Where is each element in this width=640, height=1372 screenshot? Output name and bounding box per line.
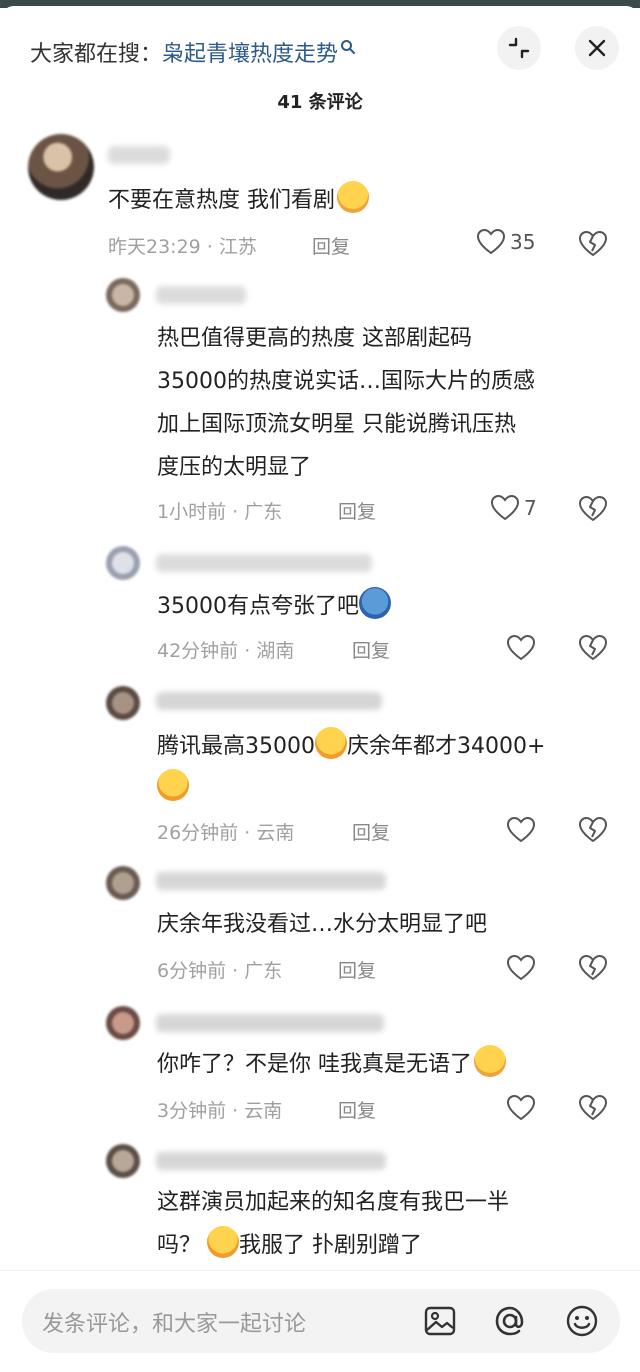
username-blurred[interactable] (156, 554, 372, 572)
like-button[interactable]: 7 (490, 494, 537, 522)
emoji-icon[interactable] (564, 1303, 600, 1339)
comment-location: 云南 (256, 822, 295, 844)
username-blurred[interactable] (156, 692, 382, 710)
search-prefix: 大家都在搜： (30, 42, 163, 67)
comment-meta: 26分钟前 · 云南 (157, 822, 295, 844)
comment-count: 41 条评论 (277, 92, 363, 113)
broken-heart-icon[interactable] (578, 816, 608, 844)
reply-button[interactable]: 回复 (352, 818, 390, 845)
avatar[interactable] (28, 134, 94, 200)
comment-text: 你咋了？不是你 哇我真是无语了 (157, 1044, 506, 1085)
comment-meta: 3分钟前 · 云南 (157, 1100, 283, 1122)
reply-button[interactable]: 回复 (352, 636, 390, 663)
cold-face-emoji (359, 587, 391, 619)
comment-text: 不要在意热度 我们看剧 (108, 180, 369, 221)
comment-location: 江苏 (218, 236, 257, 258)
reply-button[interactable]: 回复 (338, 956, 376, 983)
username-blurred[interactable] (156, 1014, 384, 1032)
reply-button[interactable]: 回复 (312, 232, 350, 259)
username-blurred[interactable] (108, 146, 170, 164)
avatar[interactable] (106, 546, 140, 580)
search-suggestion[interactable]: 大家都在搜： 枭起青壤热度走势 (30, 32, 356, 72)
like-button[interactable]: 35 (476, 228, 535, 256)
comment-meta: 42分钟前 · 湖南 (157, 640, 295, 662)
heart-icon (506, 1094, 536, 1121)
comment-body: 35000有点夸张了吧 (157, 594, 359, 619)
comment-sheet: 大家都在搜： 枭起青壤热度走势 41 条评论 不要在意热度 我们看剧 昨天23:… (0, 6, 640, 1372)
comment-time: 3分钟前 (157, 1100, 227, 1122)
comment-meta: 1小时前 · 广东 (157, 501, 283, 523)
heart-icon (506, 816, 536, 843)
comment-body: 腾讯最高35000 (157, 734, 315, 759)
like-button[interactable] (506, 634, 536, 662)
username-blurred[interactable] (156, 872, 386, 890)
comment-time: 26分钟前 (157, 822, 239, 844)
avatar[interactable] (106, 1144, 140, 1178)
comment-text-line: 加上国际顶流女明星 只能说腾讯压热 (157, 412, 516, 437)
heart-icon (506, 954, 536, 981)
comment-text: 庆余年我没看过…水分太明显了吧 (157, 912, 488, 937)
comment-input-bar: 发条评论，和大家一起讨论 (0, 1270, 640, 1372)
crying-laughing-emoji (157, 769, 189, 801)
close-button[interactable] (575, 26, 619, 70)
close-icon (588, 39, 606, 57)
broken-heart-icon[interactable] (578, 230, 608, 258)
comment-body: 庆余年都才34000+ (347, 734, 546, 759)
comment-text (157, 768, 189, 809)
heart-icon (490, 494, 520, 521)
heart-icon (476, 228, 506, 255)
crying-laughing-emoji (207, 1226, 240, 1258)
comment-time: 42分钟前 (157, 640, 239, 662)
reply-button[interactable]: 回复 (338, 497, 376, 524)
broken-heart-icon[interactable] (578, 495, 608, 523)
comment-text: 吗？ 我服了 扑剧别蹭了 (157, 1225, 422, 1266)
comment-text-line: 热巴值得更高的热度 这部剧起码 (157, 326, 472, 351)
avatar[interactable] (106, 278, 140, 312)
comment-meta: 昨天23:29 · 江苏 (108, 236, 257, 258)
image-icon[interactable] (422, 1303, 458, 1339)
comment-location: 广东 (244, 501, 283, 523)
comment-time: 6分钟前 (157, 960, 227, 982)
comment-body: 不要在意热度 我们看剧 (108, 188, 335, 213)
like-button[interactable] (506, 1094, 536, 1122)
broken-heart-icon[interactable] (578, 634, 608, 662)
comment-input-placeholder: 发条评论，和大家一起讨论 (42, 1312, 307, 1337)
avatar[interactable] (106, 686, 140, 720)
like-button[interactable] (506, 816, 536, 844)
heart-icon (506, 634, 536, 661)
broken-heart-icon[interactable] (578, 1094, 608, 1122)
avatar[interactable] (106, 866, 140, 900)
search-icon (340, 36, 356, 54)
comment-location: 湖南 (256, 640, 295, 662)
comment-body: 我服了 扑剧别蹭了 (239, 1233, 423, 1258)
comment-text-line: 35000的热度说实话…国际大片的质感 (157, 369, 535, 394)
comment-text-line: 度压的太明显了 (157, 455, 312, 480)
reply-button[interactable]: 回复 (338, 1096, 376, 1123)
comment-location: 云南 (244, 1100, 283, 1122)
comment-time: 1小时前 (157, 501, 227, 523)
broken-heart-icon[interactable] (578, 954, 608, 982)
collapse-icon (508, 37, 530, 59)
username-blurred[interactable] (156, 286, 246, 304)
grinning-squint-emoji (474, 1045, 506, 1077)
comment-input[interactable]: 发条评论，和大家一起讨论 (22, 1289, 620, 1353)
collapse-button[interactable] (497, 26, 541, 70)
username-blurred[interactable] (156, 1152, 386, 1170)
comment-text: 35000有点夸张了吧 (157, 586, 391, 627)
comment-text: 腾讯最高35000 庆余年都才34000+ (157, 726, 545, 767)
crying-laughing-emoji (315, 727, 347, 759)
comment-location: 广东 (244, 960, 283, 982)
avatar[interactable] (106, 1006, 140, 1040)
comment-meta: 6分钟前 · 广东 (157, 960, 283, 982)
like-count: 35 (510, 230, 536, 254)
mention-icon[interactable] (492, 1303, 528, 1339)
comment-body: 你咋了？不是你 哇我真是无语了 (157, 1052, 472, 1077)
comment-text: 这群演员加起来的知名度有我巴一半 (157, 1190, 510, 1215)
search-term-link[interactable]: 枭起青壤热度走势 (162, 36, 338, 68)
like-count: 7 (524, 496, 537, 520)
comment-body: 吗？ (157, 1233, 202, 1258)
like-button[interactable] (506, 954, 536, 982)
comment-time: 昨天23:29 (108, 236, 201, 258)
hugging-face-emoji (337, 181, 369, 213)
